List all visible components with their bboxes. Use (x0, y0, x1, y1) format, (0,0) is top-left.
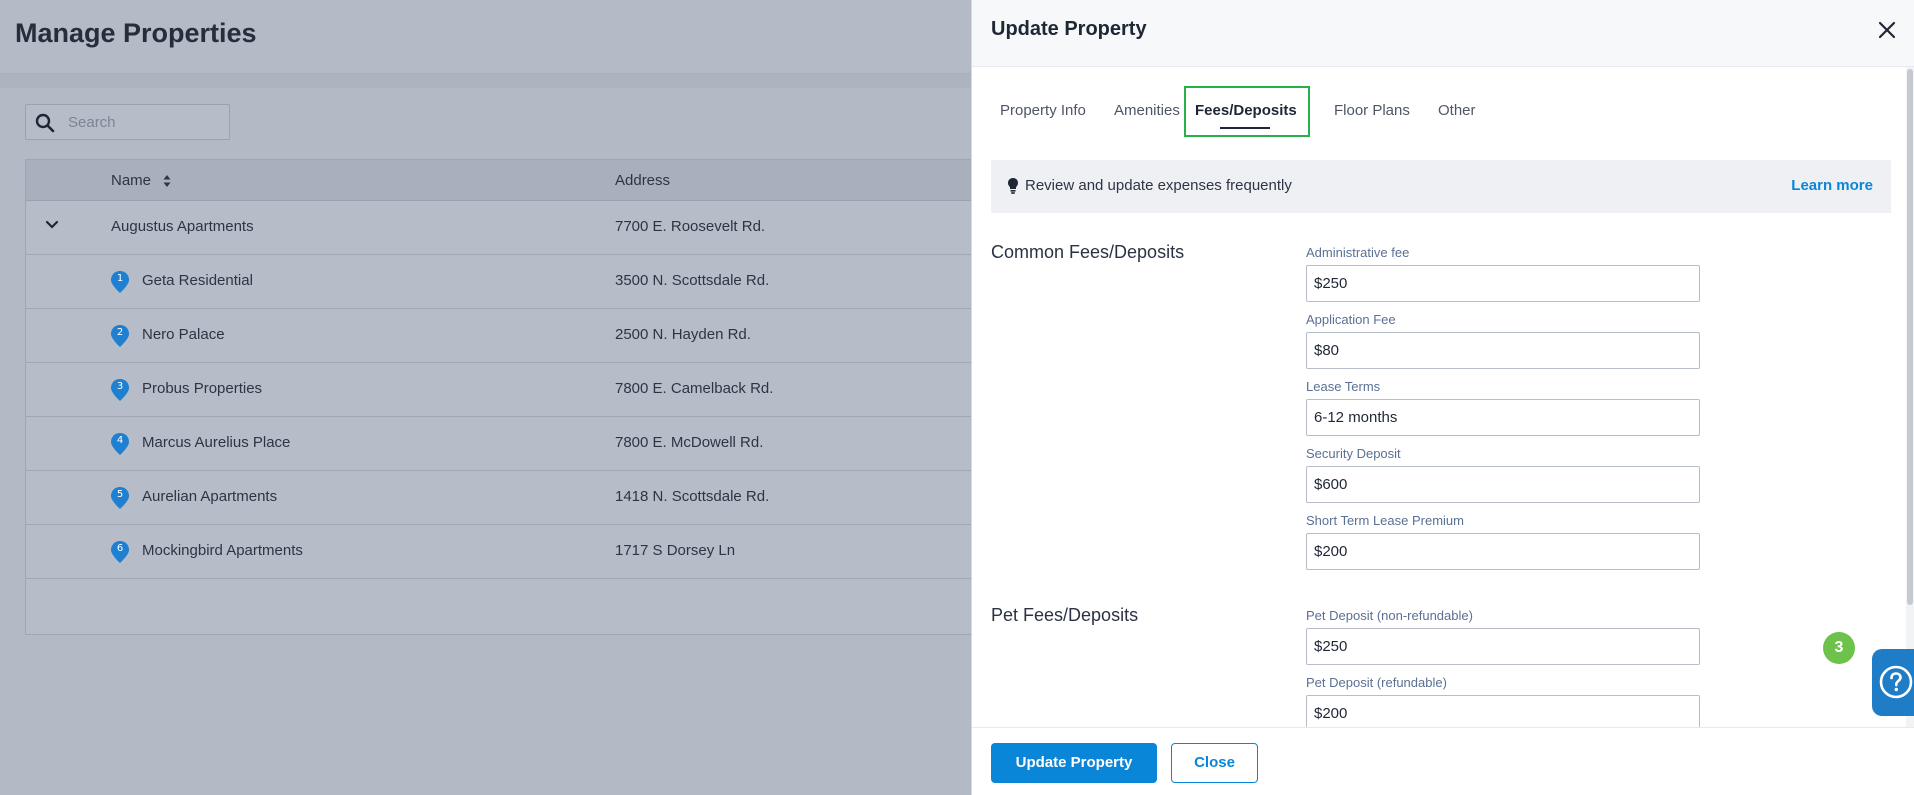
property-address: 2500 N. Hayden Rd. (615, 326, 751, 343)
short-term-premium-input[interactable]: $200 (1306, 533, 1700, 570)
page-title: Manage Properties (15, 18, 257, 48)
table-row[interactable]: 2 Nero Palace 2500 N. Hayden Rd. (26, 309, 1024, 363)
map-pin-icon: 3 (110, 378, 130, 402)
map-pin-icon: 1 (110, 270, 130, 294)
property-address: 3500 N. Scottsdale Rd. (615, 272, 770, 289)
close-button[interactable]: Close (1171, 743, 1258, 783)
lightbulb-icon (1008, 178, 1018, 194)
panel-footer: Update Property Close (972, 727, 1914, 795)
property-name: Aurelian Apartments (142, 488, 278, 505)
search-input[interactable]: Search (68, 114, 116, 131)
panel-header: Update Property (972, 0, 1914, 67)
property-name: Nero Palace (142, 326, 225, 343)
pet-deposit-nonrefundable-input[interactable]: $250 (1306, 628, 1700, 665)
active-tab-indicator (1220, 127, 1270, 129)
table-row[interactable]: 1 Geta Residential 3500 N. Scottsdale Rd… (26, 255, 1024, 309)
column-header-address[interactable]: Address (615, 172, 670, 189)
application-fee-label: Application Fee (1306, 312, 1396, 327)
property-address: 7800 E. McDowell Rd. (615, 434, 764, 451)
tab-property-info[interactable]: Property Info (991, 86, 1095, 137)
scrollbar-thumb[interactable] (1907, 69, 1913, 605)
property-name: Mockingbird Apartments (142, 542, 303, 559)
search-box[interactable]: Search (25, 104, 230, 140)
map-pin-icon: 5 (110, 486, 130, 510)
panel-title: Update Property (991, 18, 1147, 40)
property-name: Augustus Apartments (111, 218, 254, 235)
table-row[interactable]: 3 Probus Properties 7800 E. Camelback Rd… (26, 363, 1024, 417)
table-row[interactable]: 6 Mockingbird Apartments 1717 S Dorsey L… (26, 525, 1024, 579)
learn-more-link[interactable]: Learn more (1791, 177, 1873, 194)
properties-table: Name Address Augustus Apartments 7700 E.… (25, 159, 1025, 635)
map-pin-icon: 2 (110, 324, 130, 348)
search-icon (35, 113, 55, 133)
map-pin-icon: 6 (110, 540, 130, 564)
table-row[interactable]: 4 Marcus Aurelius Place 7800 E. McDowell… (26, 417, 1024, 471)
tab-bar: Property Info Amenities Fees/Deposits Fl… (991, 86, 1871, 138)
security-deposit-input[interactable]: $600 (1306, 466, 1700, 503)
short-term-premium-label: Short Term Lease Premium (1306, 513, 1464, 528)
tip-text: Review and update expenses frequently (1025, 177, 1292, 194)
administrative-fee-input[interactable]: $250 (1306, 265, 1700, 302)
property-name: Probus Properties (142, 380, 263, 397)
lease-terms-label: Lease Terms (1306, 379, 1381, 394)
table-header: Name Address (26, 160, 1024, 201)
tip-banner: Review and update expenses frequently Le… (991, 160, 1891, 213)
security-deposit-label: Security Deposit (1306, 446, 1401, 461)
update-property-panel: Update Property Property Info Amenities … (971, 0, 1914, 795)
lease-terms-input[interactable]: 6-12 months (1306, 399, 1700, 436)
sort-icon[interactable] (163, 174, 171, 188)
tab-fees-deposits[interactable]: Fees/Deposits (1184, 86, 1310, 137)
property-address: 7700 E. Roosevelt Rd. (615, 218, 766, 235)
property-name: Marcus Aurelius Place (142, 434, 291, 451)
property-name: Geta Residential (142, 272, 253, 289)
update-property-button[interactable]: Update Property (991, 743, 1157, 783)
panel-scrollbar[interactable] (1906, 67, 1914, 727)
administrative-fee-label: Administrative fee (1306, 245, 1410, 260)
table-row[interactable]: Augustus Apartments 7700 E. Roosevelt Rd… (26, 201, 1024, 255)
table-row[interactable]: 5 Aurelian Apartments 1418 N. Scottsdale… (26, 471, 1024, 525)
section-title-pet-fees: Pet Fees/Deposits (991, 605, 1139, 625)
property-address: 1717 S Dorsey Ln (615, 542, 736, 559)
chevron-down-icon[interactable] (45, 220, 59, 230)
tab-floor-plans[interactable]: Floor Plans (1325, 86, 1419, 137)
pet-deposit-refundable-label: Pet Deposit (refundable) (1306, 675, 1447, 690)
notification-badge: 3 (1823, 632, 1855, 664)
close-icon[interactable] (1876, 19, 1898, 41)
pet-deposit-nonrefundable-label: Pet Deposit (non-refundable) (1306, 608, 1473, 623)
tab-amenities[interactable]: Amenities (1105, 86, 1189, 137)
question-icon (1879, 665, 1913, 699)
map-pin-icon: 4 (110, 432, 130, 456)
application-fee-input[interactable]: $80 (1306, 332, 1700, 369)
property-address: 1418 N. Scottsdale Rd. (615, 488, 770, 505)
section-title-common-fees: Common Fees/Deposits (991, 242, 1185, 262)
tab-other[interactable]: Other (1429, 86, 1485, 137)
column-header-name[interactable]: Name (111, 172, 171, 189)
property-address: 7800 E. Camelback Rd. (615, 380, 774, 397)
help-widget-button[interactable] (1872, 649, 1914, 716)
